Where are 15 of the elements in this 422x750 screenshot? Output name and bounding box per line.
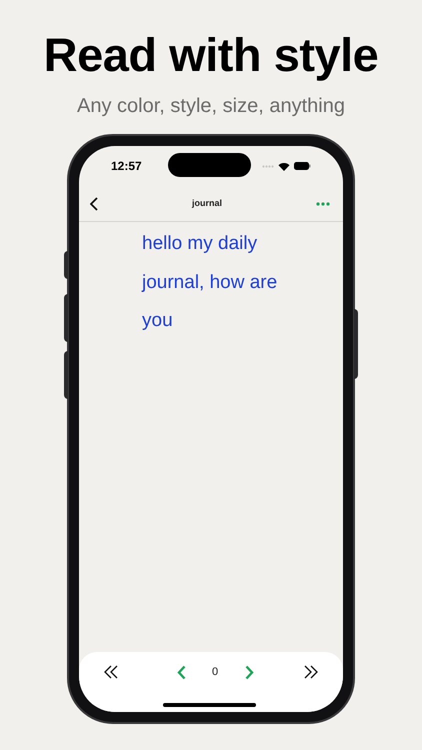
headline: Read with style: [44, 27, 378, 83]
back-icon: [90, 196, 98, 210]
double-chevron-right-icon: [304, 665, 318, 679]
battery-icon: [294, 162, 311, 170]
subtitle: Any color, style, size, anything: [77, 94, 345, 118]
nav-title: journal: [192, 196, 222, 210]
signal-icon: [262, 164, 274, 168]
chevron-right-icon: [244, 664, 254, 680]
journal-text: hello my daily journal, how are you: [142, 232, 278, 333]
status-time: 12:57: [111, 158, 142, 175]
wifi-icon: [278, 162, 290, 170]
chevron-left-icon: [176, 664, 186, 680]
page-number: 0: [210, 664, 220, 680]
double-chevron-left-icon: [104, 665, 118, 679]
more-icon: [316, 202, 330, 206]
